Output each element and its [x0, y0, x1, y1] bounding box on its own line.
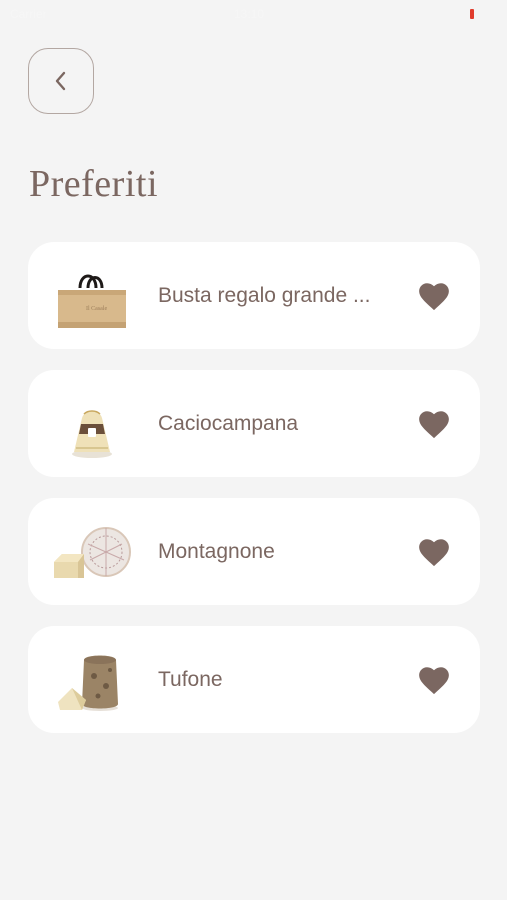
back-button[interactable] [28, 48, 94, 114]
favorite-item-caciocampana[interactable]: Caciocampana [28, 370, 480, 477]
chevron-left-icon [55, 71, 66, 91]
favorite-item-name: Caciocampana [158, 411, 299, 435]
tufone-cheese-image [58, 655, 118, 711]
favorite-item-montagnone[interactable]: Montagnone [28, 498, 480, 605]
montagnone-cheese-image [54, 527, 131, 578]
heart-icon[interactable] [417, 408, 451, 440]
battery-icon [470, 9, 474, 19]
caciocampana-cheese-image [72, 410, 112, 458]
favorite-item-gift-bag[interactable]: Il Casale Busta regalo grande ... [28, 242, 480, 349]
page-title: Preferiti [29, 163, 159, 205]
favorite-item-name: Busta regalo grande ... [158, 283, 371, 307]
favorite-item-tufone[interactable]: Tufone [28, 626, 480, 733]
heart-icon[interactable] [417, 536, 451, 568]
clock-time: 13:10 [234, 7, 265, 21]
status-bar: Carrier 13:10 [0, 0, 507, 28]
favorite-item-name: Tufone [158, 667, 223, 691]
heart-icon[interactable] [417, 280, 451, 312]
favorites-list: Il Casale Busta regalo grande ... Cacioc… [28, 242, 480, 754]
favorite-item-name: Montagnone [158, 539, 275, 563]
carrier-label: Carrier [10, 7, 47, 21]
gift-bag-image: Il Casale [58, 274, 126, 328]
heart-icon[interactable] [417, 664, 451, 696]
svg-text:Il Casale: Il Casale [86, 306, 107, 312]
